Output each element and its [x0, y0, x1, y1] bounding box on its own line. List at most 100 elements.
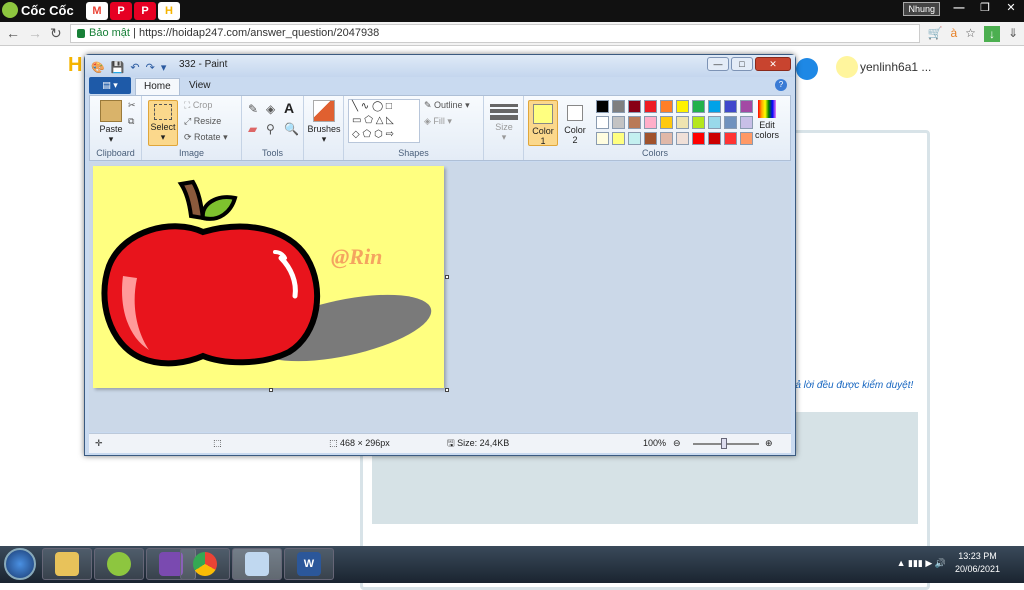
coccoc-logo[interactable]: Cốc Cốc — [2, 2, 74, 18]
restore-button[interactable]: ❐ — [972, 0, 998, 16]
paint-maximize-button[interactable]: □ — [731, 57, 753, 71]
paste-button[interactable]: Paste ▾ — [96, 100, 126, 145]
taskbar-coccoc[interactable] — [94, 548, 144, 580]
resize-handle-bottom[interactable] — [269, 388, 273, 392]
clock[interactable]: 13:23 PM 20/06/2021 — [955, 550, 1000, 576]
reload-icon[interactable]: ↻ — [50, 25, 62, 42]
palette-swatch[interactable] — [596, 100, 609, 113]
palette-swatch[interactable] — [708, 100, 721, 113]
magnifier-icon[interactable]: 🔍 — [284, 122, 299, 136]
resize-handle-right[interactable] — [445, 275, 449, 279]
palette-swatch[interactable] — [628, 132, 641, 145]
palette-swatch[interactable] — [676, 132, 689, 145]
close-button[interactable]: ✕ — [998, 0, 1024, 16]
crop-button[interactable]: ⛶ Crop — [184, 100, 212, 111]
file-size-text: Size: 24,4KB — [457, 438, 510, 448]
palette-swatch[interactable] — [692, 116, 705, 129]
color1-button[interactable]: Color 1 — [528, 100, 558, 146]
tab-gmail[interactable]: M — [86, 2, 108, 20]
outline-button[interactable]: ✎ Outline ▾ — [424, 100, 470, 111]
zoom-slider-knob[interactable] — [721, 438, 727, 449]
rotate-button[interactable]: ⟳ Rotate ▾ — [184, 132, 228, 143]
start-button[interactable] — [4, 548, 36, 580]
palette-swatch[interactable] — [724, 132, 737, 145]
copy-icon[interactable]: ⧉ — [128, 116, 134, 127]
cart-icon[interactable]: 🛒 — [928, 26, 943, 42]
palette-swatch[interactable] — [676, 116, 689, 129]
taskbar-word[interactable]: W — [284, 548, 334, 580]
resize-button[interactable]: ⤢ Resize — [184, 116, 221, 127]
avatar[interactable] — [836, 56, 858, 78]
zoom-out-button[interactable]: ⊖ — [673, 434, 681, 453]
paint-title: 332 - Paint — [179, 59, 228, 70]
shapes-gallery[interactable]: ╲ ∿ ◯ □ ▭ ⬠ △ ◺ ◇ ⬠ ⬡ ⇨ — [348, 99, 420, 143]
minimize-button[interactable]: — — [946, 0, 972, 16]
paint-app-icon[interactable]: 🎨 — [91, 58, 105, 78]
color-picker-icon[interactable]: ⚲ — [266, 122, 275, 136]
forward-icon[interactable]: → — [28, 25, 42, 41]
back-icon[interactable]: ← — [6, 25, 20, 41]
palette-swatch[interactable] — [724, 100, 737, 113]
username[interactable]: yenlinh6a1 ... — [860, 60, 931, 74]
notification-icon[interactable] — [796, 58, 818, 80]
tab-view[interactable]: View — [181, 78, 219, 95]
paint-close-button[interactable]: ✕ — [755, 57, 791, 71]
download-icon[interactable]: ↓ — [983, 26, 1000, 42]
palette-swatch[interactable] — [708, 132, 721, 145]
help-icon[interactable]: ? — [775, 79, 787, 91]
undo-icon[interactable]: ↶ — [130, 58, 139, 78]
tab-pinterest-2[interactable]: P — [134, 2, 156, 20]
palette-swatch[interactable] — [612, 100, 625, 113]
tab-hoidap[interactable]: H — [158, 2, 180, 20]
taskbar-explorer[interactable] — [42, 548, 92, 580]
customize-icon[interactable]: ▾ — [161, 58, 167, 78]
paint-minimize-button[interactable]: — — [707, 57, 729, 71]
browser-user[interactable]: Nhung — [903, 2, 940, 16]
palette-swatch[interactable] — [628, 116, 641, 129]
palette-swatch[interactable] — [612, 116, 625, 129]
palette-swatch[interactable] — [660, 100, 673, 113]
zoom-in-button[interactable]: ⊕ — [765, 434, 773, 453]
palette-swatch[interactable] — [660, 116, 673, 129]
downloads-icon[interactable]: ⇓ — [1008, 26, 1018, 42]
palette-swatch[interactable] — [708, 116, 721, 129]
file-menu-button[interactable]: ▤ ▾ — [89, 77, 131, 94]
palette-swatch[interactable] — [692, 132, 705, 145]
text-tool-icon[interactable]: A — [284, 100, 294, 116]
edit-colors-button[interactable]: Edit colors — [752, 100, 782, 140]
canvas-workspace: @Rin — [89, 162, 791, 432]
fill-bucket-icon[interactable]: ◈ — [266, 102, 275, 116]
palette-swatch[interactable] — [644, 116, 657, 129]
palette-swatch[interactable] — [644, 132, 657, 145]
palette-swatch[interactable] — [628, 100, 641, 113]
save-icon[interactable]: 💾 — [111, 58, 125, 78]
select-button[interactable]: Select ▾ — [148, 100, 178, 146]
palette-swatch[interactable] — [676, 100, 689, 113]
tab-pinterest-1[interactable]: P — [110, 2, 132, 20]
brushes-button[interactable]: Brushes ▾ — [306, 100, 342, 145]
palette-swatch[interactable] — [596, 132, 609, 145]
palette-swatch[interactable] — [692, 100, 705, 113]
palette-swatch[interactable] — [644, 100, 657, 113]
taskbar-paint[interactable] — [232, 548, 282, 580]
cut-icon[interactable]: ✂ — [128, 100, 136, 111]
star-icon[interactable]: ☆ — [965, 26, 976, 42]
palette-swatch[interactable] — [724, 116, 737, 129]
drawing-canvas[interactable]: @Rin — [93, 166, 444, 388]
paint-window: 🎨 💾 ↶ ↷ ▾ 332 - Paint — □ ✕ ▤ ▾ Home Vie… — [84, 54, 796, 456]
url-field[interactable]: Bảo mật | https://hoidap247.com/answer_q… — [70, 24, 920, 43]
palette-swatch[interactable] — [660, 132, 673, 145]
size-button[interactable]: Size ▾ — [490, 102, 518, 143]
taskbar-chrome[interactable] — [180, 548, 230, 580]
palette-swatch[interactable] — [596, 116, 609, 129]
color2-button[interactable]: Color 2 — [560, 100, 590, 146]
resize-handle-corner[interactable] — [445, 388, 449, 392]
eraser-icon[interactable]: ▰ — [248, 122, 257, 136]
fill-button[interactable]: ◈ Fill ▾ — [424, 116, 452, 127]
tab-home[interactable]: Home — [135, 78, 180, 95]
palette-swatch[interactable] — [612, 132, 625, 145]
redo-icon[interactable]: ↷ — [146, 58, 155, 78]
site-logo[interactable]: H — [68, 54, 82, 77]
pencil-icon[interactable]: ✎ — [248, 102, 258, 116]
translate-icon[interactable]: à — [950, 26, 957, 42]
